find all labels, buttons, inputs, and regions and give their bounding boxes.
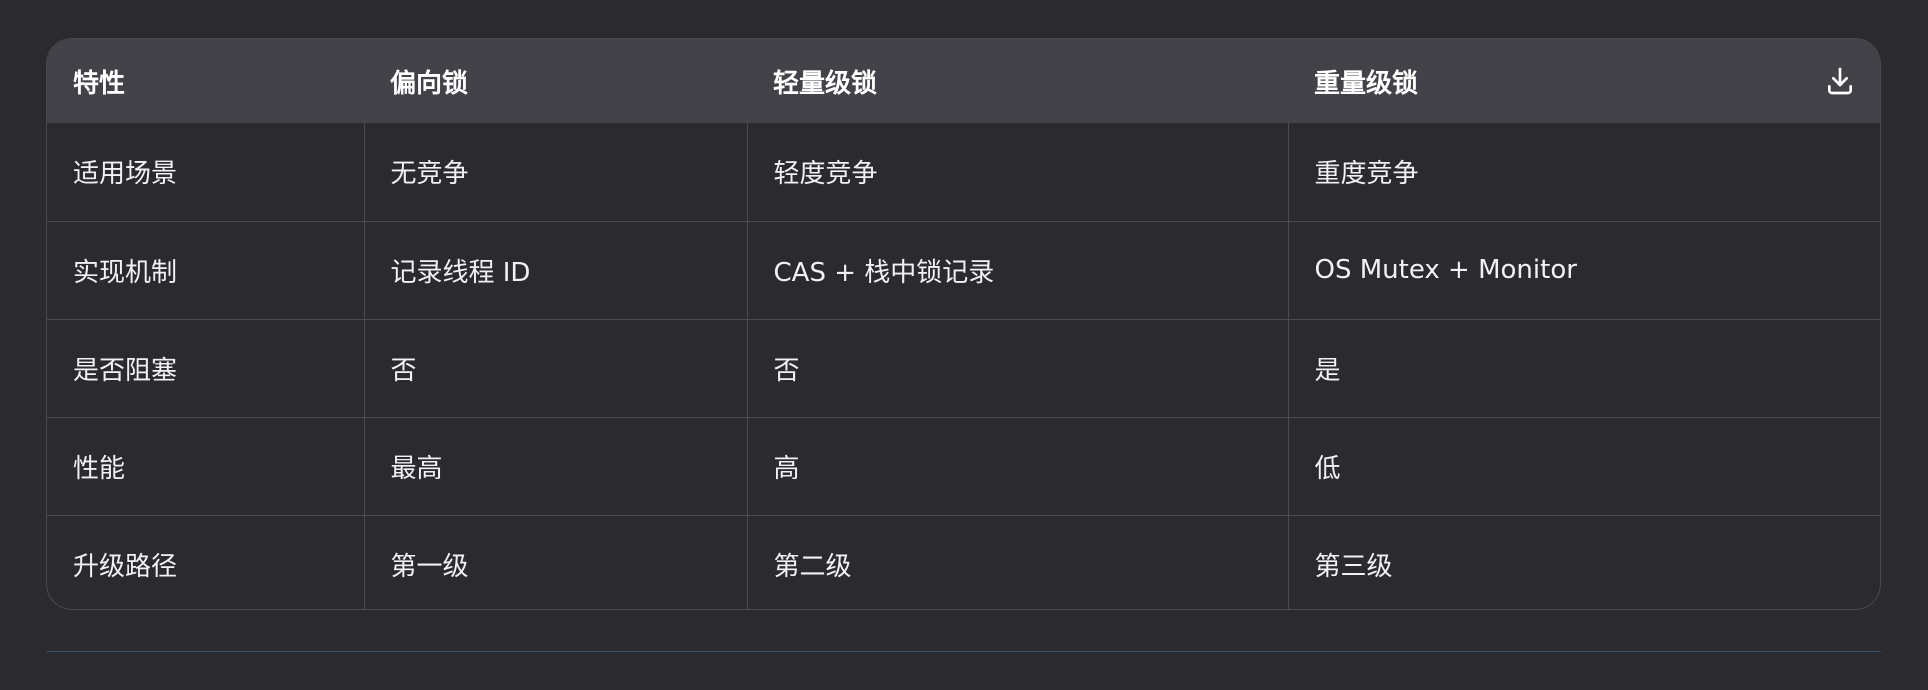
divider [46,651,1881,652]
download-icon [1828,67,1852,95]
table-cell: OS Mutex + Monitor [1287,220,1880,319]
table-cell: 否 [746,318,1288,417]
comparison-table-container: 特性 偏向锁 轻量级锁 重量级锁 适用场景 无竞争 轻度竞争 重度竞争 实现机制… [46,38,1881,610]
table-row: 是否阻塞 否 否 是 [47,318,1880,417]
table-cell: 是否阻塞 [47,318,364,417]
download-button[interactable] [1822,63,1858,99]
table-cell: 高 [746,416,1288,515]
header-cell: 偏向锁 [390,68,469,99]
table-row: 性能 最高 高 低 [47,416,1880,515]
page: 特性 偏向锁 轻量级锁 重量级锁 适用场景 无竞争 轻度竞争 重度竞争 实现机制… [0,0,1928,690]
table-cell: 适用场景 [73,159,178,190]
table-row: 升级路径 第一级 第二级 第三级 [47,514,1880,609]
lock-comparison-table: 特性 偏向锁 轻量级锁 重量级锁 适用场景 无竞争 轻度竞争 重度竞争 实现机制… [47,39,1880,609]
table-cell: 轻度竞争 [746,123,1288,221]
table-cell: 性能 [47,416,364,515]
table-row: 实现机制 记录线程 ID CAS + 栈中锁记录 OS Mutex + Moni… [47,220,1880,319]
table-header-row: 特性 偏向锁 轻量级锁 重量级锁 [47,39,1880,123]
table-cell: 实现机制 [47,220,364,319]
table-cell: CAS + 栈中锁记录 [746,220,1288,319]
header-cell-last: 重量级锁 [1288,39,1880,123]
table-cell: 第二级 [746,514,1288,609]
table-cell: 第三级 [1287,514,1880,609]
table-cell: 无竞争 [363,123,747,221]
table-cell: 低 [1287,416,1880,515]
table-cell: 最高 [363,416,747,515]
table-cell: 第一级 [363,514,747,609]
table-cell: 升级路径 [47,514,364,609]
header-cell: 特性 [73,68,126,99]
table-cell: 重度竞争 [1287,123,1880,221]
table-row: 适用场景 无竞争 轻度竞争 重度竞争 [47,123,1880,221]
header-cell-label: 重量级锁 [1314,68,1419,99]
table-cell: 记录线程 ID [363,220,747,319]
table-cell: 否 [363,318,747,417]
header-cell: 轻量级锁 [773,68,878,99]
table-cell: 是 [1287,318,1880,417]
